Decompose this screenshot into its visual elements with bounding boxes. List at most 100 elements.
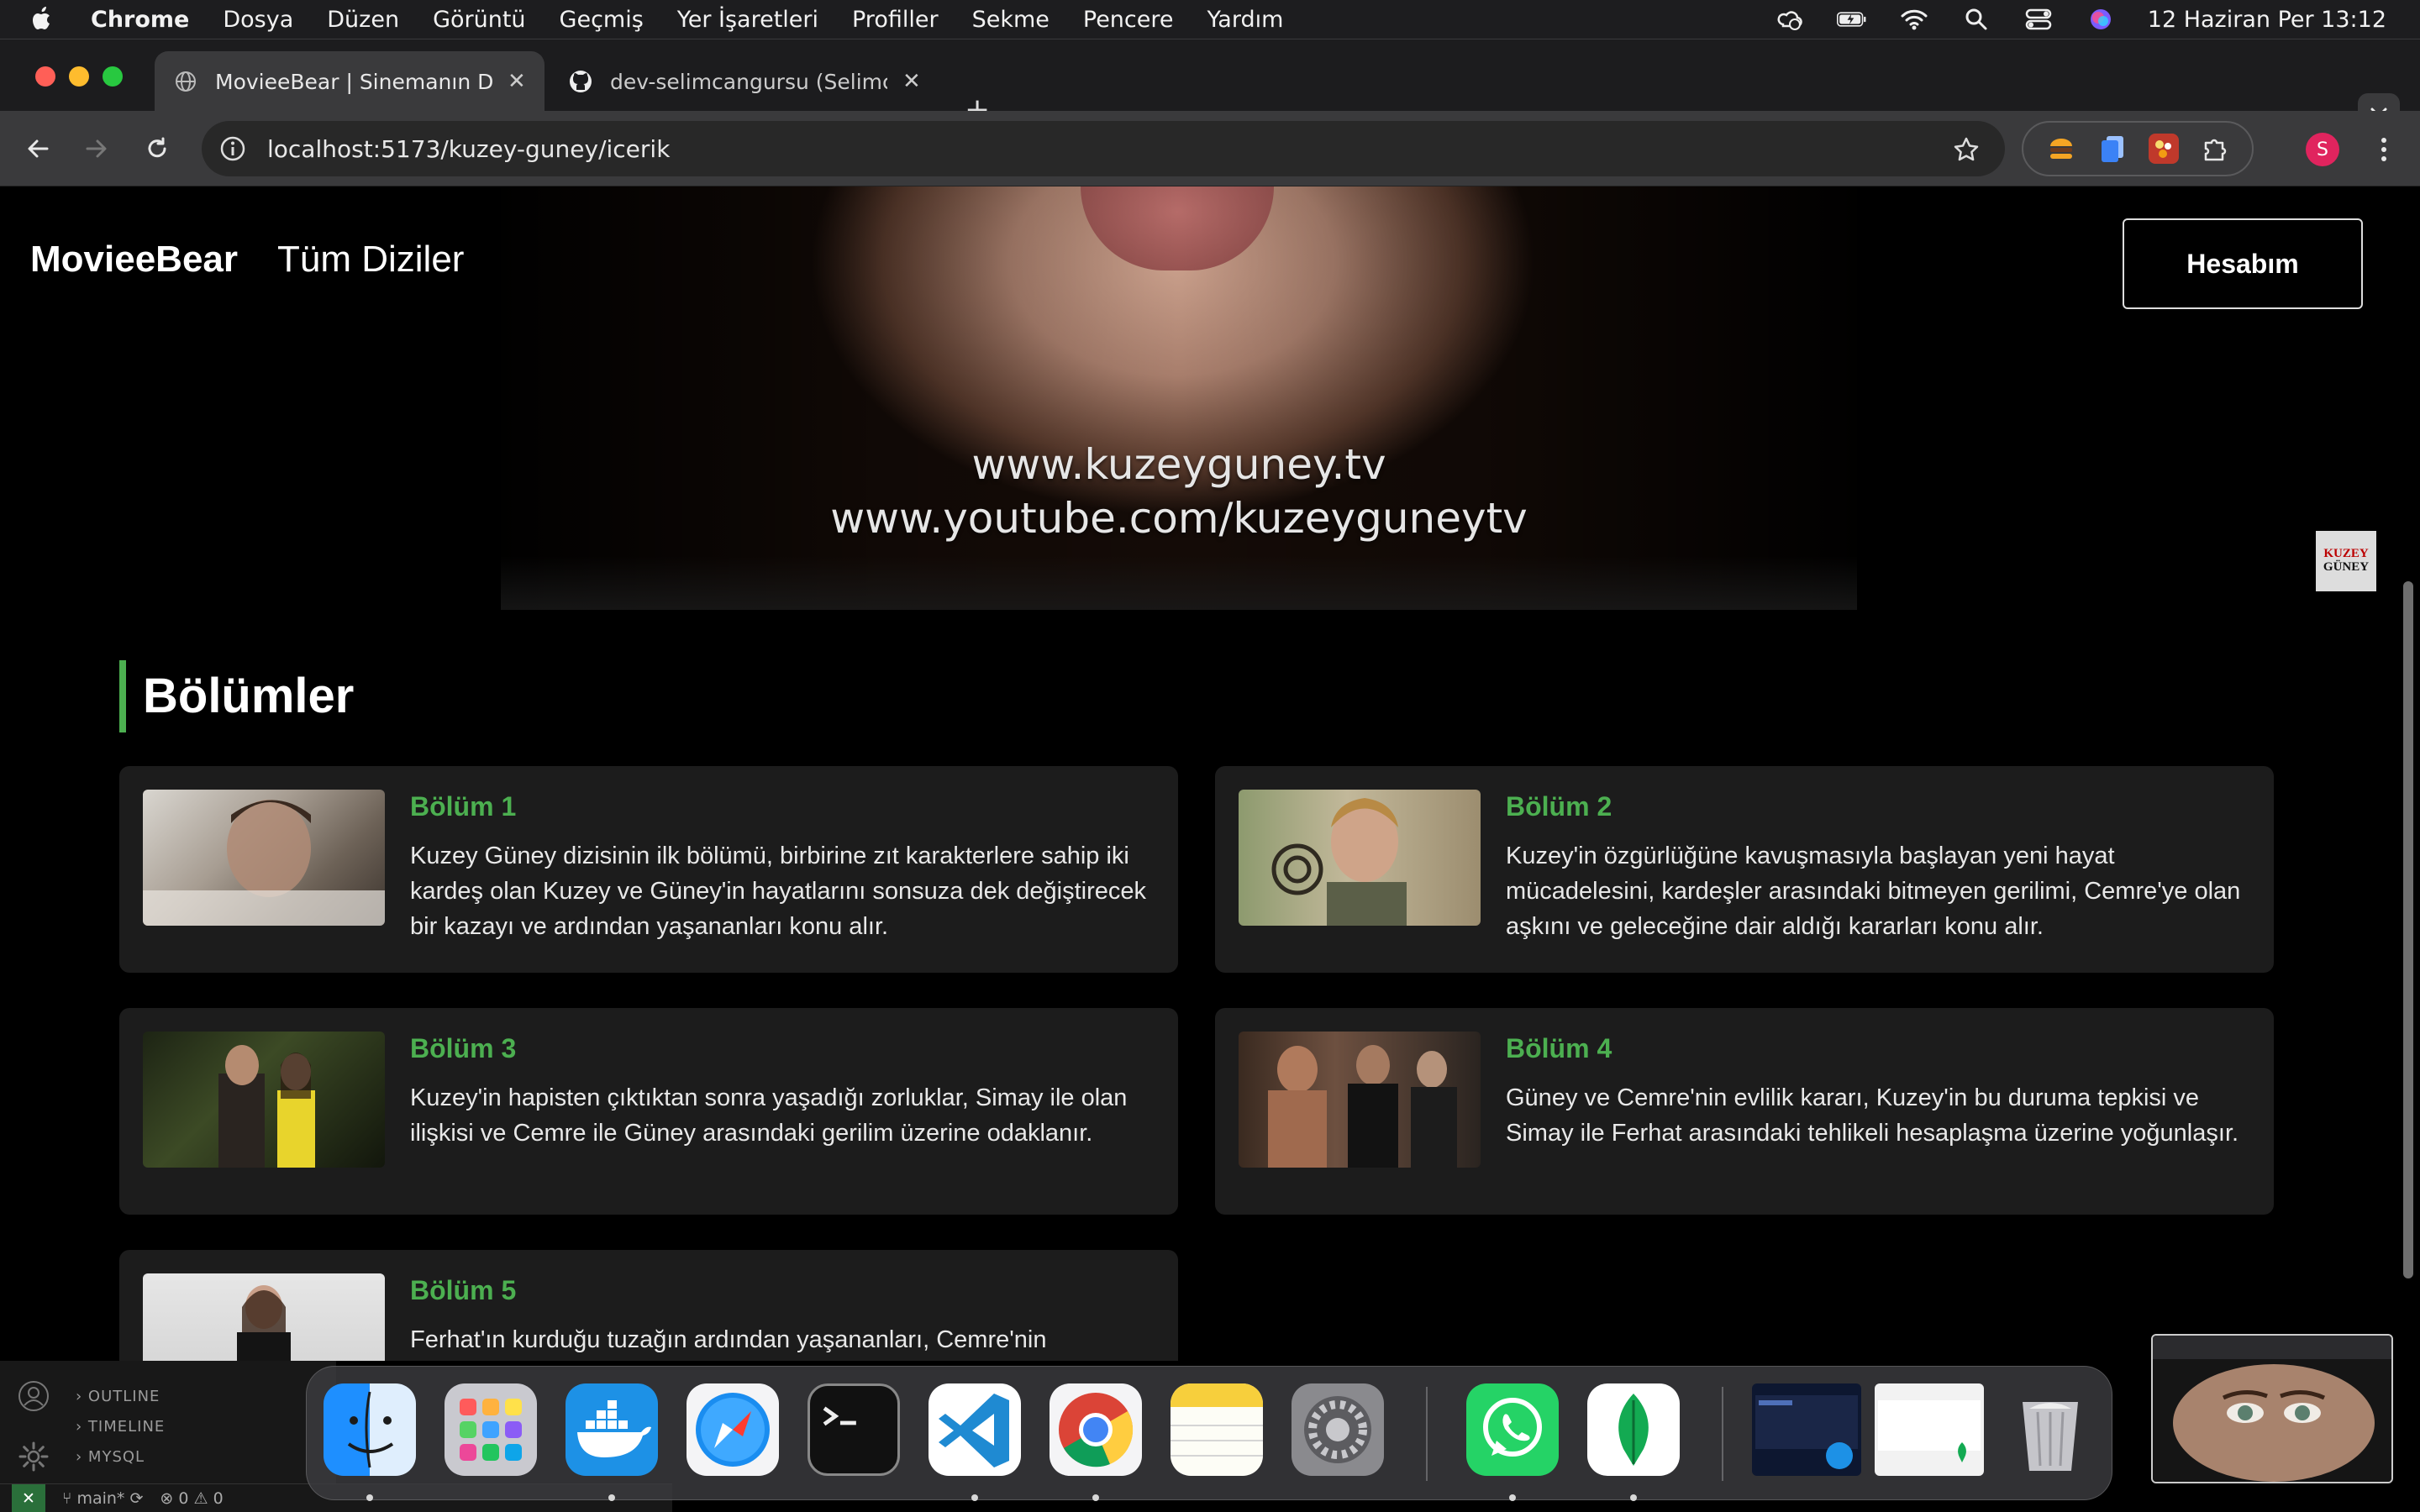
nav-all-series-link[interactable]: Tüm Diziler	[277, 239, 464, 281]
episode-title[interactable]: Bölüm 3	[410, 1033, 516, 1064]
series-logo-line2: GÜNEY	[2323, 560, 2370, 574]
episode-title[interactable]: Bölüm 4	[1506, 1033, 1612, 1064]
battery-icon[interactable]	[1836, 7, 1867, 32]
tab-close-icon[interactable]: ✕	[902, 69, 921, 94]
menu-profiles[interactable]: Profiller	[852, 7, 939, 33]
extensions-group	[2022, 121, 2254, 176]
episode-title[interactable]: Bölüm 5	[410, 1275, 516, 1306]
series-logo-thumbnail[interactable]: KUZEY GÜNEY	[2316, 531, 2376, 591]
apple-menu-icon[interactable]	[30, 5, 55, 34]
episode-thumbnail[interactable]	[1239, 790, 1481, 926]
back-button[interactable]	[18, 129, 57, 168]
github-icon	[568, 69, 593, 94]
url-text[interactable]: localhost:5173/kuzey-guney/icerik	[267, 135, 670, 163]
series-logo-line1: KUZEY	[2323, 547, 2369, 561]
web-page: www.kuzeyguney.tv www.youtube.com/kuzeyg…	[0, 186, 2420, 1361]
episode-thumbnail[interactable]	[143, 790, 385, 926]
page-scrollbar[interactable]	[2403, 581, 2413, 1278]
chrome-menu-icon[interactable]	[2370, 131, 2398, 168]
timeline-panel[interactable]: › TIMELINE	[76, 1418, 165, 1436]
menu-help[interactable]: Yardım	[1207, 7, 1284, 33]
hero-watermark-youtube: www.youtube.com/kuzeyguneytv	[830, 494, 1528, 543]
launchpad-icon[interactable]	[445, 1383, 537, 1476]
burger-extension-icon[interactable]	[2046, 134, 2076, 164]
notes-icon[interactable]	[1171, 1383, 1263, 1476]
menu-tab[interactable]: Sekme	[972, 7, 1050, 33]
menu-window[interactable]: Pencere	[1083, 7, 1174, 33]
tab-github[interactable]: dev-selimcangursu (Selimcan ✕	[550, 51, 939, 112]
episode-card[interactable]: Bölüm 5 Ferhat'ın kurduğu tuzağın ardınd…	[119, 1250, 1178, 1361]
tab-title: MovieeBear | Sinemanın Dijital	[215, 69, 492, 94]
whatsapp-icon[interactable]	[1466, 1383, 1559, 1476]
wifi-icon[interactable]	[1899, 7, 1929, 32]
docker-window-minimized[interactable]	[1752, 1383, 1861, 1476]
finder-icon[interactable]	[324, 1383, 416, 1476]
episode-card[interactable]: Bölüm 3 Kuzey'in hapisten çıktıktan sonr…	[119, 1008, 1178, 1215]
episode-description: Ferhat'ın kurduğu tuzağın ardından yaşan…	[410, 1326, 1047, 1353]
profile-avatar[interactable]: S	[2306, 133, 2339, 166]
settings-gear-icon[interactable]	[17, 1440, 50, 1473]
problems-indicator[interactable]: ⊗ 0 ⚠ 0	[160, 1489, 223, 1508]
trash-icon[interactable]	[2004, 1383, 2096, 1476]
picture-in-picture-window[interactable]	[2151, 1334, 2393, 1483]
account-button[interactable]: Hesabım	[2123, 218, 2363, 309]
episode-thumbnail[interactable]	[1239, 1032, 1481, 1168]
forward-button[interactable]	[77, 129, 116, 168]
spotlight-search-icon[interactable]	[1961, 7, 1991, 32]
reload-button[interactable]	[138, 129, 176, 168]
terminal-icon[interactable]	[808, 1383, 900, 1476]
globe-icon	[173, 69, 198, 94]
episode-title[interactable]: Bölüm 1	[410, 791, 516, 822]
site-logo[interactable]: MovieeBear	[30, 239, 238, 281]
menu-view[interactable]: Görüntü	[433, 7, 525, 33]
mongodb-compass-icon[interactable]	[1587, 1383, 1680, 1476]
episode-card[interactable]: Bölüm 1 Kuzey Güney dizisinin ilk bölümü…	[119, 766, 1178, 973]
site-info-icon[interactable]	[218, 134, 247, 163]
hero-watermark-site: www.kuzeyguney.tv	[971, 440, 1386, 489]
siri-icon[interactable]	[2086, 7, 2116, 32]
vscode-icon[interactable]	[929, 1383, 1021, 1476]
menu-history[interactable]: Geçmiş	[560, 7, 644, 33]
menu-app-name[interactable]: Chrome	[91, 7, 189, 33]
section-title-episodes: Bölümler	[143, 669, 355, 723]
tab-movieebear[interactable]: MovieeBear | Sinemanın Dijital ✕	[155, 51, 544, 112]
window-zoom-button[interactable]	[103, 66, 123, 87]
vscode-window-fragment: › OUTLINE › TIMELINE › MYSQL ✕ ⑂ main* ⟳…	[0, 1361, 672, 1512]
window-minimize-button[interactable]	[69, 66, 89, 87]
outline-panel[interactable]: › OUTLINE	[76, 1388, 160, 1405]
menu-bookmarks[interactable]: Yer İşaretleri	[677, 7, 818, 33]
menubar-clock[interactable]: 12 Haziran Per 13:12	[2148, 7, 2386, 33]
episode-card[interactable]: Bölüm 2 Kuzey'in özgürlüğüne kavuşmasıyl…	[1215, 766, 2274, 973]
episode-description: Kuzey'in hapisten çıktıktan sonra yaşadı…	[410, 1084, 1128, 1147]
account-icon[interactable]	[17, 1379, 50, 1413]
episode-title[interactable]: Bölüm 2	[1506, 791, 1612, 822]
macos-dock	[306, 1366, 2112, 1501]
system-settings-icon[interactable]	[1292, 1383, 1384, 1476]
safari-icon[interactable]	[687, 1383, 779, 1476]
address-bar[interactable]: localhost:5173/kuzey-guney/icerik	[202, 121, 2005, 176]
episode-card[interactable]: Bölüm 4 Güney ve Cemre'nin evlilik karar…	[1215, 1008, 2274, 1215]
colorful-extension-icon[interactable]	[2148, 134, 2179, 164]
remote-indicator-icon[interactable]: ✕	[12, 1483, 45, 1512]
episode-thumbnail[interactable]	[143, 1032, 385, 1168]
mongodb-window-minimized[interactable]	[1875, 1383, 1984, 1476]
episode-thumbnail[interactable]	[143, 1273, 385, 1361]
episode-description: Güney ve Cemre'nin evlilik kararı, Kuzey…	[1506, 1084, 2239, 1147]
docs-extension-icon[interactable]	[2097, 134, 2128, 164]
menu-file[interactable]: Dosya	[223, 7, 293, 33]
window-close-button[interactable]	[35, 66, 55, 87]
menu-edit[interactable]: Düzen	[327, 7, 399, 33]
tab-close-icon[interactable]: ✕	[508, 69, 526, 94]
section-accent-bar	[119, 660, 126, 732]
control-center-icon[interactable]	[2023, 7, 2054, 32]
bookmark-star-icon[interactable]	[1949, 133, 1983, 166]
puzzle-extensions-icon[interactable]	[2200, 134, 2230, 164]
chrome-tab-bar: MovieeBear | Sinemanın Dijital ✕ dev-sel…	[0, 39, 2420, 132]
chrome-icon[interactable]	[1050, 1383, 1142, 1476]
tab-title: dev-selimcangursu (Selimcan	[610, 69, 887, 94]
docker-icon[interactable]	[566, 1383, 658, 1476]
focus-status-icon[interactable]	[1775, 7, 1805, 32]
git-branch[interactable]: ⑂ main* ⟳	[62, 1489, 143, 1508]
mysql-panel[interactable]: › MYSQL	[76, 1448, 145, 1466]
episode-description: Kuzey'in özgürlüğüne kavuşmasıyla başlay…	[1506, 843, 2241, 940]
